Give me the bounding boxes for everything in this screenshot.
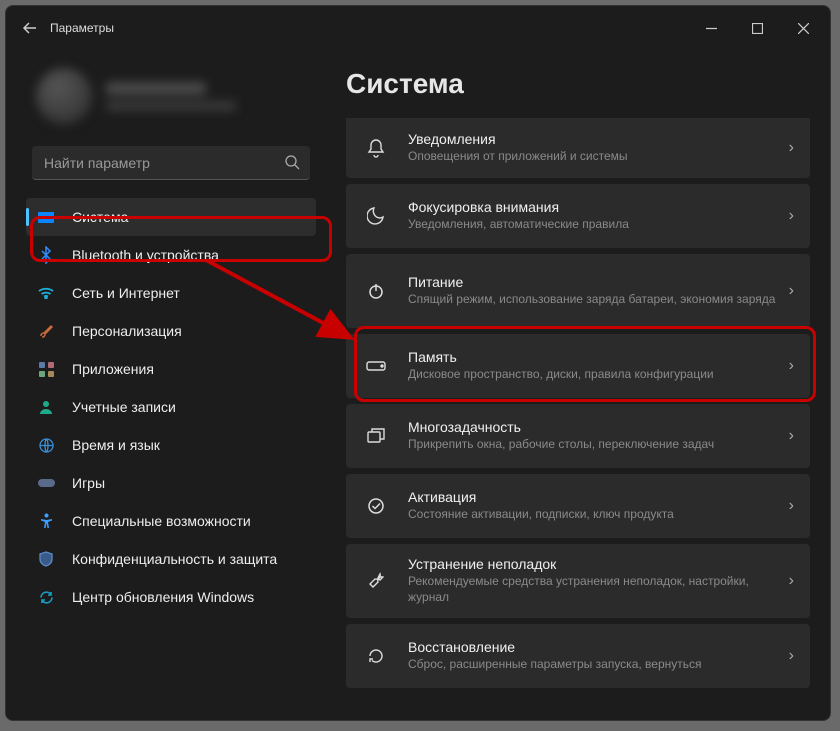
chevron-right-icon: › [789, 647, 794, 665]
sidebar-item-privacy[interactable]: Конфиденциальность и защита [26, 540, 316, 578]
page-heading: Система [346, 68, 810, 100]
settings-window: Параметры Система [5, 5, 831, 721]
multitask-icon [362, 422, 390, 450]
card-notifications[interactable]: УведомленияОповещения от приложений и си… [346, 118, 810, 178]
power-icon [362, 277, 390, 305]
chevron-right-icon: › [789, 282, 794, 300]
sidebar-nav: Система Bluetooth и устройства Сеть и Ин… [26, 198, 316, 616]
gamepad-icon [36, 473, 56, 493]
bell-icon [362, 134, 390, 162]
card-recovery[interactable]: ВосстановлениеСброс, расширенные парамет… [346, 624, 810, 688]
globe-icon [36, 435, 56, 455]
sidebar-item-accounts[interactable]: Учетные записи [26, 388, 316, 426]
sidebar-item-time-language[interactable]: Время и язык [26, 426, 316, 464]
sidebar-item-system[interactable]: Система [26, 198, 316, 236]
brush-icon [36, 321, 56, 341]
apps-icon [36, 359, 56, 379]
minimize-button[interactable] [688, 8, 734, 48]
sidebar-item-update[interactable]: Центр обновления Windows [26, 578, 316, 616]
check-icon [362, 492, 390, 520]
wrench-icon [362, 567, 390, 595]
account-header[interactable] [36, 68, 316, 124]
back-button[interactable] [10, 8, 50, 48]
system-icon [36, 207, 56, 227]
recovery-icon [362, 642, 390, 670]
sidebar-item-bluetooth[interactable]: Bluetooth и устройства [26, 236, 316, 274]
card-storage[interactable]: ПамятьДисковое пространство, диски, прав… [346, 334, 810, 398]
chevron-right-icon: › [789, 572, 794, 590]
moon-icon [362, 202, 390, 230]
sidebar-item-personalization[interactable]: Персонализация [26, 312, 316, 350]
search-icon [284, 154, 300, 173]
main-content: Система УведомленияОповещения от приложе… [326, 50, 830, 720]
storage-icon [362, 352, 390, 380]
accounts-icon [36, 397, 56, 417]
card-activation[interactable]: АктивацияСостояние активации, подписки, … [346, 474, 810, 538]
card-troubleshoot[interactable]: Устранение неполадокРекомендуемые средст… [346, 544, 810, 618]
search-box[interactable] [32, 146, 310, 180]
sidebar-item-gaming[interactable]: Игры [26, 464, 316, 502]
chevron-right-icon: › [789, 427, 794, 445]
chevron-right-icon: › [789, 497, 794, 515]
titlebar: Параметры [6, 6, 830, 50]
sidebar-item-network[interactable]: Сеть и Интернет [26, 274, 316, 312]
update-icon [36, 587, 56, 607]
bluetooth-icon [36, 245, 56, 265]
sidebar: Система Bluetooth и устройства Сеть и Ин… [6, 50, 326, 720]
card-power[interactable]: ПитаниеСпящий режим, использование заряд… [346, 254, 810, 328]
chevron-right-icon: › [789, 139, 794, 157]
maximize-button[interactable] [734, 8, 780, 48]
chevron-right-icon: › [789, 357, 794, 375]
accessibility-icon [36, 511, 56, 531]
sidebar-item-apps[interactable]: Приложения [26, 350, 316, 388]
sidebar-item-accessibility[interactable]: Специальные возможности [26, 502, 316, 540]
wifi-icon [36, 283, 56, 303]
shield-icon [36, 549, 56, 569]
card-focus[interactable]: Фокусировка вниманияУведомления, автомат… [346, 184, 810, 248]
window-title: Параметры [50, 21, 114, 35]
close-button[interactable] [780, 8, 826, 48]
avatar [36, 68, 92, 124]
card-multitasking[interactable]: МногозадачностьПрикрепить окна, рабочие … [346, 404, 810, 468]
chevron-right-icon: › [789, 207, 794, 225]
search-input[interactable] [32, 146, 310, 180]
